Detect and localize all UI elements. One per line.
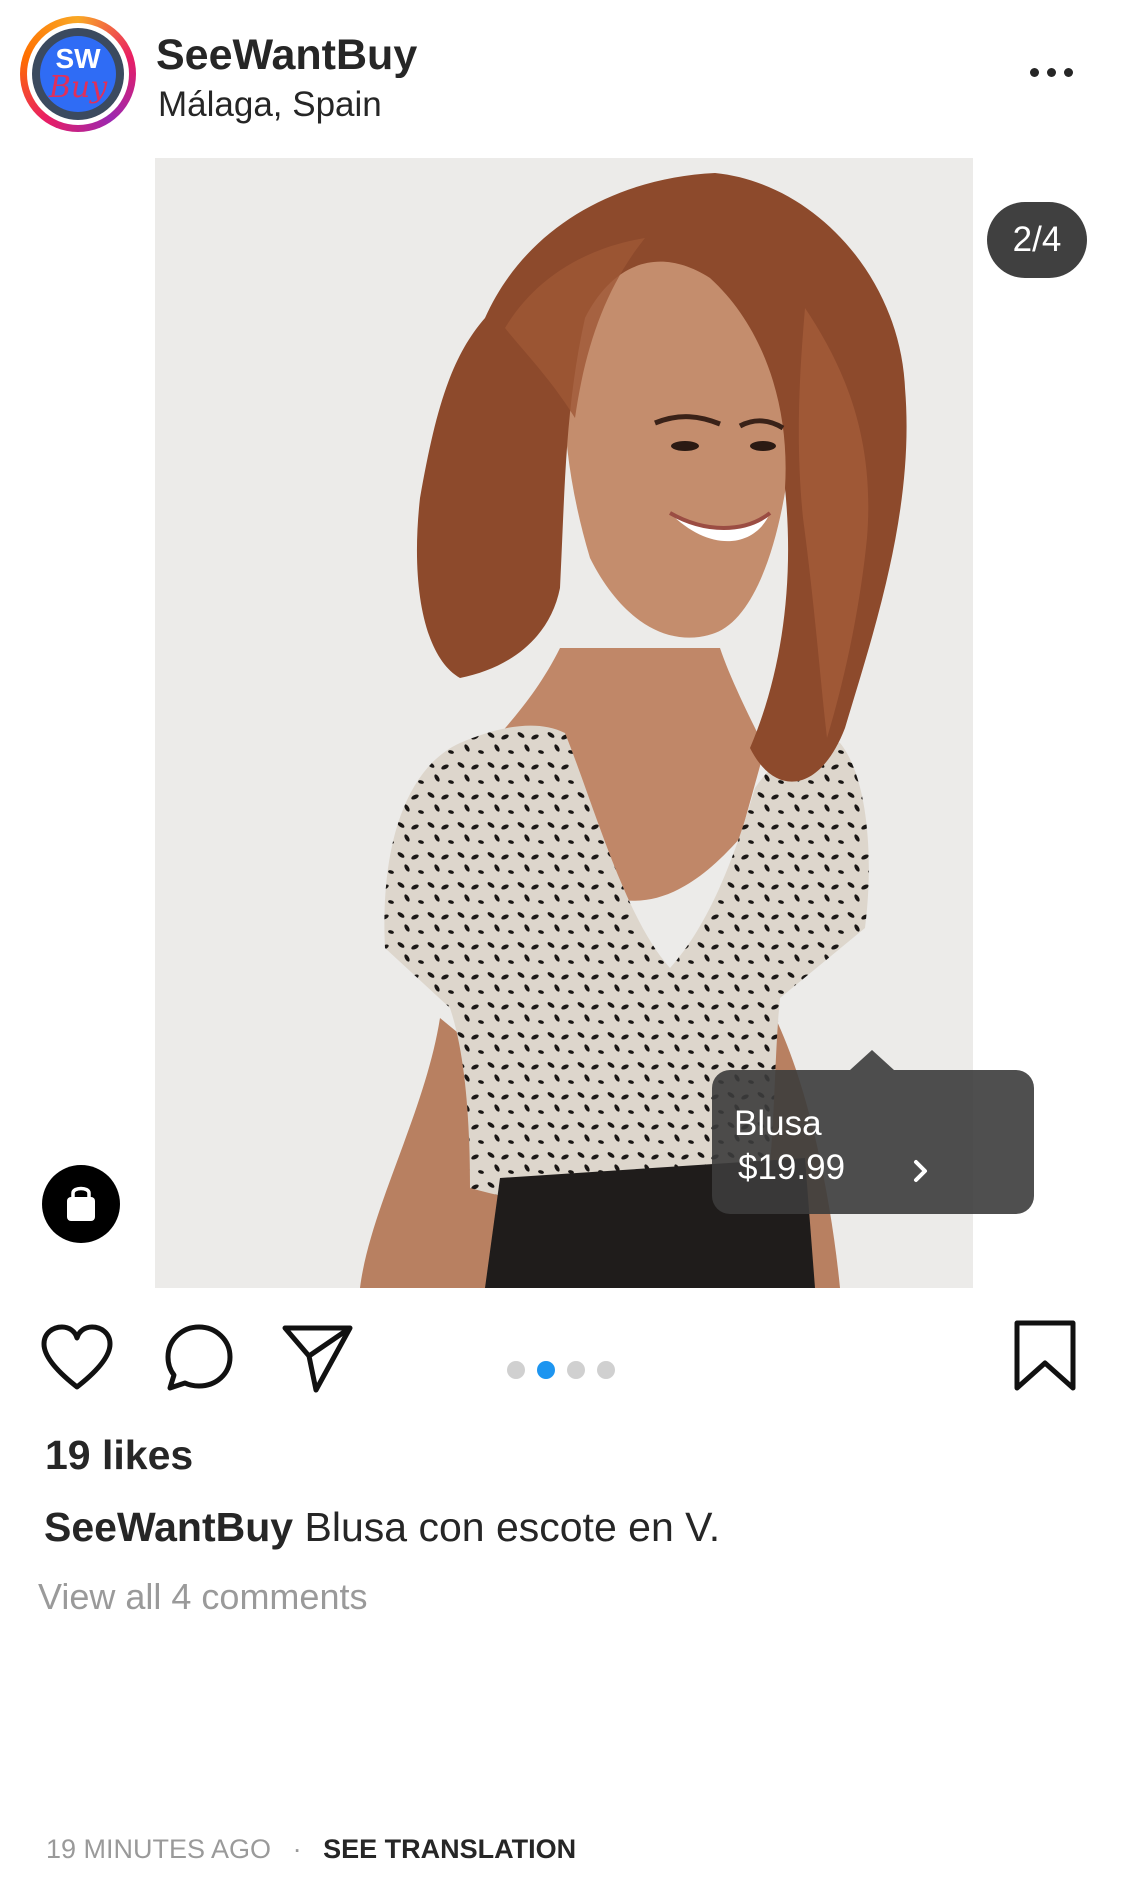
bookmark-icon[interactable] <box>1012 1318 1078 1394</box>
caption-text: Blusa con escote en V. <box>304 1504 721 1550</box>
post-header: SW Buy SeeWantBuy Málaga, Spain <box>0 0 1125 150</box>
shopping-bag-button[interactable] <box>42 1165 120 1243</box>
share-icon[interactable] <box>280 1320 354 1396</box>
chevron-right-icon <box>914 1160 927 1182</box>
comment-icon[interactable] <box>163 1322 235 1394</box>
view-comments-link[interactable]: View all 4 comments <box>38 1574 367 1620</box>
logo-line-2: Buy <box>48 70 108 105</box>
post-caption: SeeWantBuy Blusa con escote en V. <box>44 1502 720 1552</box>
caption-username[interactable]: SeeWantBuy <box>44 1504 293 1550</box>
more-icon <box>1047 67 1056 77</box>
more-icon <box>1030 67 1039 77</box>
product-price: $19.99 <box>738 1148 846 1187</box>
shopping-bag-icon <box>67 1186 95 1221</box>
footer-separator: · <box>292 1834 302 1864</box>
heart-icon[interactable] <box>40 1324 114 1392</box>
see-translation-link[interactable]: SEE TRANSLATION <box>323 1834 576 1864</box>
media-counter-badge: 2/4 <box>987 202 1087 278</box>
more-options-button[interactable] <box>1030 60 1090 84</box>
pagination-dot <box>597 1361 615 1379</box>
media-pagination <box>507 1361 615 1379</box>
post-footer: 19 MINUTES AGO · SEE TRANSLATION <box>46 1832 576 1866</box>
likes-count[interactable]: 19 likes <box>45 1430 193 1480</box>
pagination-dot <box>507 1361 525 1379</box>
product-name: Blusa <box>734 1104 822 1143</box>
avatar[interactable]: SW Buy <box>20 16 136 132</box>
pagination-dot <box>567 1361 585 1379</box>
pagination-dot <box>537 1361 555 1379</box>
more-icon <box>1064 67 1073 77</box>
seewantbuy-logo: SW Buy <box>40 36 116 112</box>
account-username[interactable]: SeeWantBuy <box>156 30 417 80</box>
post-timestamp: 19 MINUTES AGO <box>46 1834 272 1864</box>
product-tag[interactable]: Blusa $19.99 <box>712 1050 1034 1214</box>
post-location[interactable]: Málaga, Spain <box>158 84 382 126</box>
